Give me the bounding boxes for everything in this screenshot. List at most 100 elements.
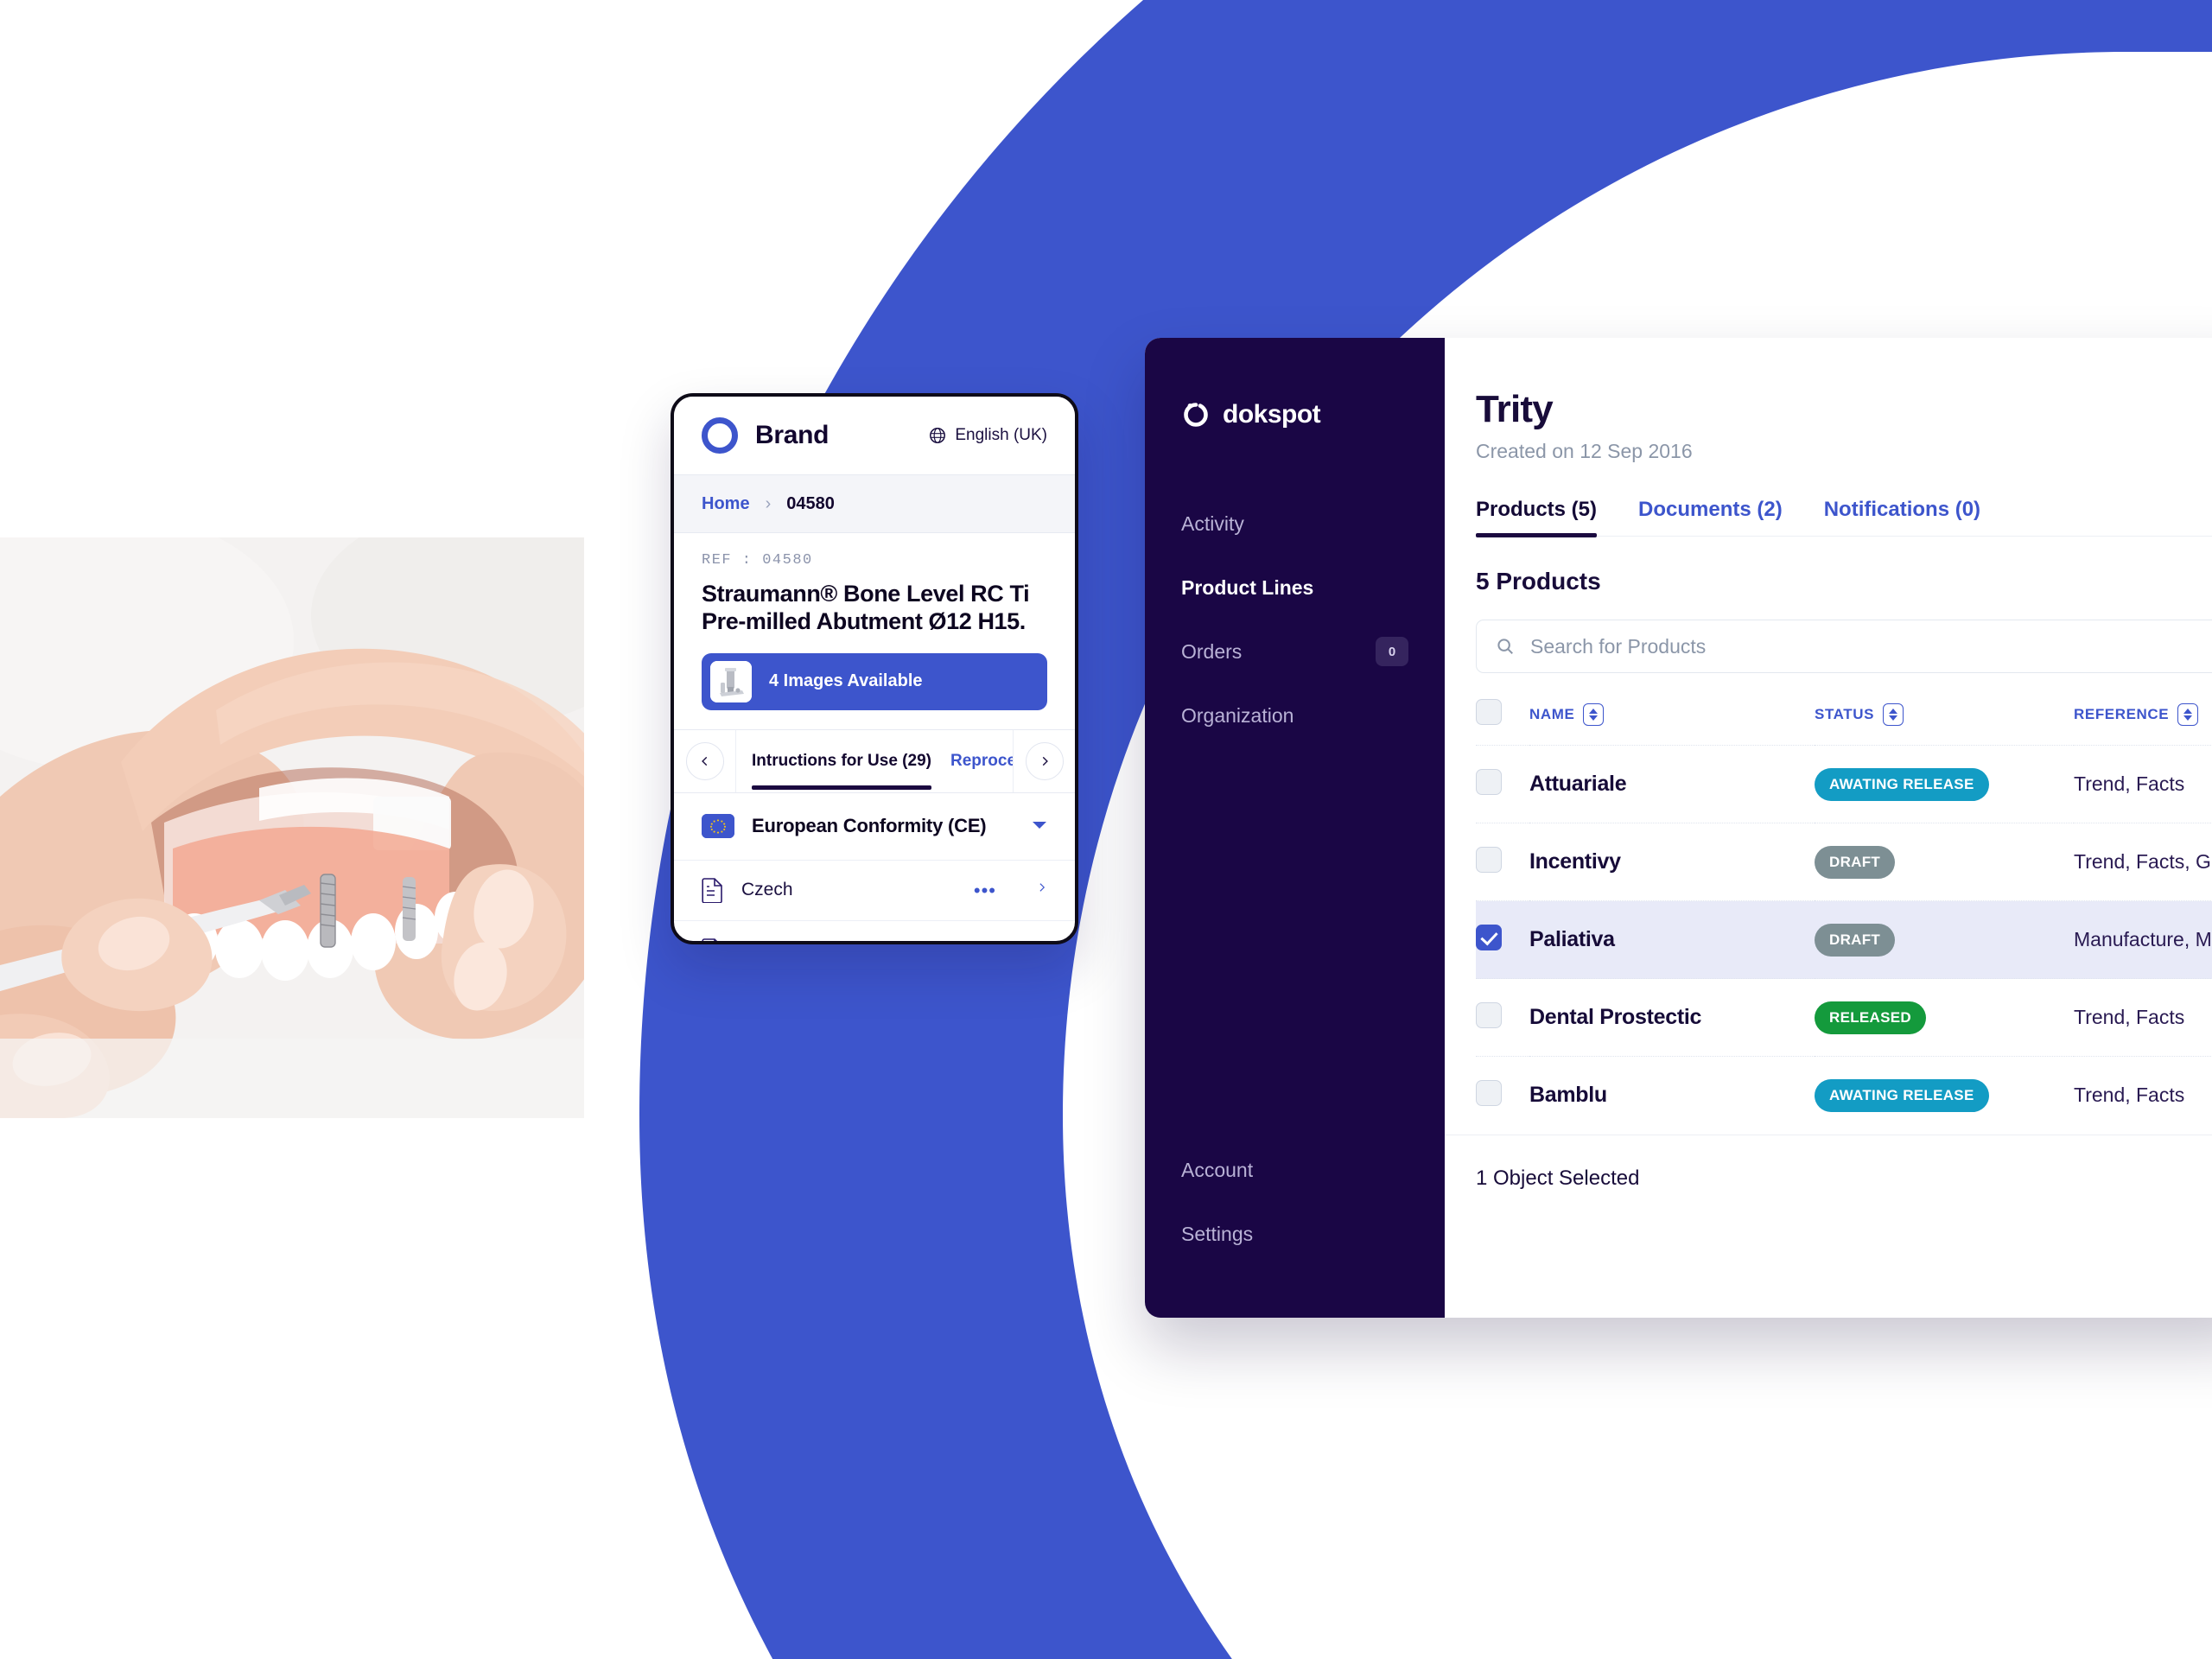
search-input[interactable]: [1530, 634, 2212, 658]
status-badge: DRAFT: [1815, 923, 1896, 957]
search-icon: [1497, 639, 1513, 654]
products-table-head: NAME STATUS REFERENCE: [1476, 699, 2212, 746]
column-header-label: REFERENCE: [2074, 705, 2170, 722]
region-label: European Conformity (CE): [752, 815, 987, 837]
chevron-right-icon: [1025, 741, 1064, 780]
sort-reference-icon[interactable]: [2177, 702, 2199, 726]
product-status-cell: AWATING RELEASE: [1815, 746, 2074, 823]
tab-products[interactable]: Products (5): [1476, 498, 1598, 537]
row-checkbox[interactable]: [1476, 925, 1502, 950]
chevron-right-icon[interactable]: [1036, 939, 1047, 941]
product-name: Dental Prostectic: [1529, 1005, 1702, 1029]
abutment-thumbnail-icon: [710, 660, 752, 702]
product-reference: Trend, Facts, GPS: [2074, 850, 2212, 873]
app-logo[interactable]: dokspot: [1145, 400, 1445, 429]
product-status-cell: DRAFT: [1815, 823, 2074, 901]
table-row[interactable]: Bamblu AWATING RELEASE Trend, Facts: [1476, 1056, 2212, 1135]
row-select-cell: [1476, 979, 1529, 1057]
page-title: Trity: [1476, 388, 1554, 430]
caret-down-icon[interactable]: [1032, 819, 1047, 834]
mobile-preview-card: Brand English (UK) Home › 04580 REF : 04…: [671, 393, 1078, 944]
document-icon: [702, 878, 722, 904]
sidebar-item-organization[interactable]: Organization: [1145, 683, 1445, 747]
eu-flag-icon: [702, 814, 734, 839]
sidebar-item-activity[interactable]: Activity: [1145, 492, 1445, 556]
breadcrumb-home-link[interactable]: Home: [702, 494, 750, 514]
product-reference: Manufacture, Machine: [2074, 928, 2212, 950]
row-checkbox[interactable]: [1476, 769, 1502, 795]
breadcrumb-current: 04580: [786, 493, 835, 513]
status-badge: DRAFT: [1815, 845, 1896, 879]
globe-icon: [930, 427, 946, 444]
select-all-checkbox[interactable]: [1476, 699, 1502, 725]
row-select-cell: [1476, 901, 1529, 979]
product-name: Incentivy: [1529, 849, 1621, 874]
sidebar-item-account[interactable]: Account: [1145, 1138, 1445, 1202]
breadcrumb: Home › 04580: [674, 474, 1075, 533]
row-checkbox[interactable]: [1476, 1002, 1502, 1028]
brand-title: Brand: [755, 421, 830, 449]
chevron-right-icon[interactable]: [1036, 879, 1047, 901]
orders-badge: 0: [1376, 637, 1408, 666]
tabs-prev-button[interactable]: [674, 729, 736, 792]
dental-implant-model-photo: [0, 537, 584, 1118]
product-reference: REF : 04580: [702, 552, 813, 569]
tab-instructions-for-use[interactable]: Intructions for Use (29): [752, 752, 931, 790]
sort-status-icon[interactable]: [1883, 702, 1904, 726]
sort-name-icon[interactable]: [1583, 702, 1605, 726]
result-count: 5 Products: [1476, 568, 1601, 594]
sidebar-item-label: Account: [1181, 1158, 1254, 1181]
tabs-track[interactable]: Intructions for Use (29) Reproces: [736, 730, 1013, 792]
sidebar-item-orders[interactable]: Orders 0: [1145, 620, 1445, 683]
sidebar-item-label: Product Lines: [1181, 575, 1314, 599]
tab-notifications[interactable]: Notifications (0): [1824, 498, 1980, 536]
breadcrumb-separator-icon: ›: [765, 493, 772, 513]
chevron-left-icon: [685, 741, 724, 780]
app-logo-text: dokspot: [1223, 400, 1321, 429]
row-checkbox[interactable]: [1476, 847, 1502, 873]
table-row[interactable]: Dental Prostectic RELEASED Trend, Facts: [1476, 978, 2212, 1057]
column-header-label: STATUS: [1815, 705, 1875, 722]
product-status-cell: DRAFT: [1815, 901, 2074, 979]
brand-logo-icon: [702, 417, 738, 454]
row-select-cell: [1476, 1057, 1529, 1135]
column-header-reference[interactable]: REFERENCE: [2074, 699, 2212, 746]
sidebar-item-product-lines[interactable]: Product Lines: [1145, 556, 1445, 620]
product-reference: Trend, Facts: [2074, 772, 2185, 795]
sidebar-item-label: Orders: [1181, 639, 1243, 663]
table-row[interactable]: Incentivy DRAFT Trend, Facts, GPS: [1476, 823, 2212, 901]
column-header-name[interactable]: NAME: [1529, 699, 1815, 746]
desktop-app-window: dokspot Activity Product Lines Orders 0 …: [1145, 338, 2212, 1318]
tabs-next-button[interactable]: [1013, 729, 1075, 792]
images-available-button[interactable]: 4 Images Available: [702, 652, 1047, 710]
row-checkbox[interactable]: [1476, 1080, 1502, 1107]
document-list-item-czech[interactable]: Czech •••: [674, 861, 1075, 921]
products-table: NAME STATUS REFERENCE Attuariale AWATING…: [1476, 699, 2212, 1135]
column-header-status[interactable]: STATUS: [1815, 699, 2074, 746]
table-row[interactable]: Attuariale AWATING RELEASE Trend, Facts: [1476, 745, 2212, 823]
region-selector-row[interactable]: European Conformity (CE): [674, 793, 1075, 861]
row-select-cell: [1476, 823, 1529, 901]
language-selector[interactable]: English (UK): [928, 426, 1047, 445]
sidebar-item-label: Activity: [1181, 512, 1244, 535]
tab-reprocessing[interactable]: Reproces: [950, 752, 1013, 771]
sidebar-item-label: Organization: [1181, 703, 1294, 727]
table-header-row: NAME STATUS REFERENCE: [1476, 699, 2212, 746]
document-list-item-danish[interactable]: Danish •••: [674, 921, 1075, 941]
document-language-label: Czech: [741, 880, 793, 900]
language-label: English (UK): [955, 426, 1047, 444]
dokspot-logo-icon: [1184, 403, 1208, 427]
ellipsis-icon[interactable]: •••: [974, 880, 996, 899]
product-status-cell: AWATING RELEASE: [1815, 1057, 2074, 1135]
product-status-cell: RELEASED: [1815, 979, 2074, 1057]
sidebar-bottom-group: Account Settings: [1145, 1138, 1445, 1318]
search-bar[interactable]: [1476, 620, 2212, 673]
column-header-label: NAME: [1529, 705, 1575, 722]
tab-documents[interactable]: Documents (2): [1638, 498, 1783, 536]
page-subtitle: Created on 12 Sep 2016: [1476, 440, 1693, 462]
content-tabs: Products (5) Documents (2) Notifications…: [1476, 498, 2212, 537]
table-row[interactable]: Paliativa DRAFT Manufacture, Machine: [1476, 900, 2212, 979]
sidebar-item-settings[interactable]: Settings: [1145, 1202, 1445, 1266]
images-available-label: 4 Images Available: [769, 671, 923, 691]
